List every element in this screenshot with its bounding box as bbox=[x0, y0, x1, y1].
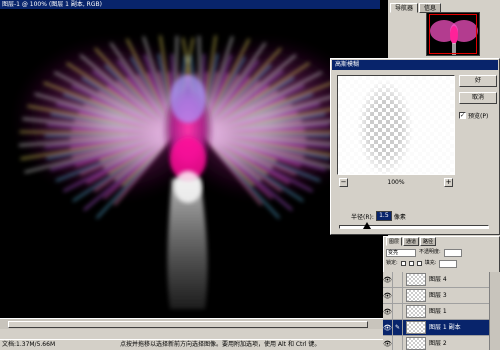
opacity-field[interactable] bbox=[443, 248, 462, 257]
eye-icon[interactable]: 👁 bbox=[383, 287, 393, 304]
blend-options-row: 变亮 不透明度: bbox=[386, 248, 462, 257]
layers-scrollbar[interactable] bbox=[489, 272, 500, 350]
scrollbar-thumb[interactable] bbox=[8, 321, 368, 328]
layer-thumbnail bbox=[406, 305, 426, 318]
layer-name: 图层 2 bbox=[429, 339, 447, 347]
preview-option[interactable]: ✓ 预览(P) bbox=[459, 111, 488, 120]
layer-thumbnail bbox=[406, 289, 426, 302]
radius-slider[interactable] bbox=[339, 225, 489, 229]
zoom-in-button[interactable]: + bbox=[444, 178, 453, 187]
fill-label: 填充: bbox=[424, 260, 437, 266]
brush-icon bbox=[393, 271, 403, 288]
eye-icon[interactable]: 👁 bbox=[383, 335, 393, 350]
canvas-footer bbox=[0, 329, 388, 339]
layer-thumbnail bbox=[406, 273, 426, 286]
layer-row[interactable]: 👁 图层 4 bbox=[383, 271, 500, 288]
eye-icon[interactable]: 👁 bbox=[383, 303, 393, 320]
layer-name: 图层 1 副本 bbox=[429, 323, 461, 331]
radius-label: 半径(R): bbox=[351, 213, 374, 221]
lock-position-checkbox[interactable] bbox=[416, 261, 422, 266]
brush-icon bbox=[393, 335, 403, 350]
brush-icon bbox=[393, 303, 403, 320]
fill-field[interactable] bbox=[439, 259, 458, 268]
navigator-thumbnail[interactable] bbox=[426, 12, 480, 56]
ok-button[interactable]: 好 bbox=[459, 75, 497, 87]
status-hint: 点按并拖移以选择新前方向选择图像。要用附加选项，使用 Alt 和 Ctrl 键。 bbox=[120, 341, 321, 348]
radius-unit: 像素 bbox=[393, 213, 406, 221]
radius-slider-thumb[interactable] bbox=[363, 222, 371, 229]
gaussian-blur-dialog: 高斯模糊 好 取消 ✓ 预览(P) − 100% + 半径(R): 1.5 像素 bbox=[330, 58, 500, 235]
tab-paths[interactable]: 路径 bbox=[420, 237, 437, 246]
preview-checkbox[interactable]: ✓ bbox=[459, 112, 466, 119]
layer-name: 图层 4 bbox=[429, 275, 447, 283]
blur-preview[interactable] bbox=[337, 75, 455, 175]
layer-name: 图层 1 bbox=[429, 307, 447, 315]
eye-icon[interactable]: 👁 bbox=[383, 319, 393, 336]
eye-icon[interactable]: 👁 bbox=[383, 271, 393, 288]
layer-row[interactable]: 👁 图层 2 bbox=[383, 335, 500, 350]
zoom-level: 100% bbox=[387, 179, 405, 186]
horizontal-scrollbar[interactable] bbox=[0, 318, 388, 330]
brush-icon bbox=[393, 287, 403, 304]
layer-name: 图层 3 bbox=[429, 291, 447, 299]
layer-row[interactable]: 👁 图层 3 bbox=[383, 287, 500, 304]
tab-navigator[interactable]: 导航器 bbox=[390, 3, 419, 13]
layer-list: 👁 图层 4 👁 图层 3 👁 图层 1 👁 ✎ 图层 1 副本 👁 图层 2 bbox=[383, 271, 500, 350]
preview-label: 预览(P) bbox=[468, 113, 489, 120]
tab-channels[interactable]: 通道 bbox=[403, 237, 420, 246]
lock-label: 锁定: bbox=[386, 260, 398, 266]
cancel-button[interactable]: 取消 bbox=[459, 92, 497, 104]
layer-row-selected[interactable]: 👁 ✎ 图层 1 副本 bbox=[383, 319, 500, 336]
layer-row[interactable]: 👁 图层 1 bbox=[383, 303, 500, 320]
document-size-info[interactable]: 文档:1.37M/5.66M bbox=[2, 340, 68, 350]
lock-transparency-checkbox[interactable] bbox=[400, 261, 406, 266]
radius-row: 半径(R): 1.5 像素 bbox=[351, 211, 406, 221]
layer-thumbnail bbox=[406, 321, 426, 334]
preview-image bbox=[338, 76, 454, 174]
navigator-view-box[interactable] bbox=[429, 14, 477, 54]
tab-layers[interactable]: 图层 bbox=[386, 237, 403, 246]
radius-input[interactable]: 1.5 bbox=[375, 211, 392, 221]
opacity-label: 不透明度: bbox=[419, 249, 441, 255]
zoom-controls: − 100% + bbox=[337, 178, 455, 187]
dialog-title: 高斯模糊 bbox=[332, 60, 498, 70]
document-title-bar: 图层-1 @ 100% (图层 1 副本, RGB) bbox=[0, 0, 380, 9]
lock-options-row: 锁定: 填充: bbox=[386, 259, 458, 268]
document-title: 图层-1 @ 100% (图层 1 副本, RGB) bbox=[2, 1, 102, 8]
layers-tabs: 图层 通道 路径 bbox=[386, 237, 437, 246]
layer-thumbnail bbox=[406, 337, 426, 350]
zoom-out-button[interactable]: − bbox=[339, 178, 348, 187]
blend-mode-select[interactable]: 变亮 bbox=[386, 248, 416, 257]
lock-image-checkbox[interactable] bbox=[408, 261, 414, 266]
brush-icon: ✎ bbox=[393, 319, 403, 336]
